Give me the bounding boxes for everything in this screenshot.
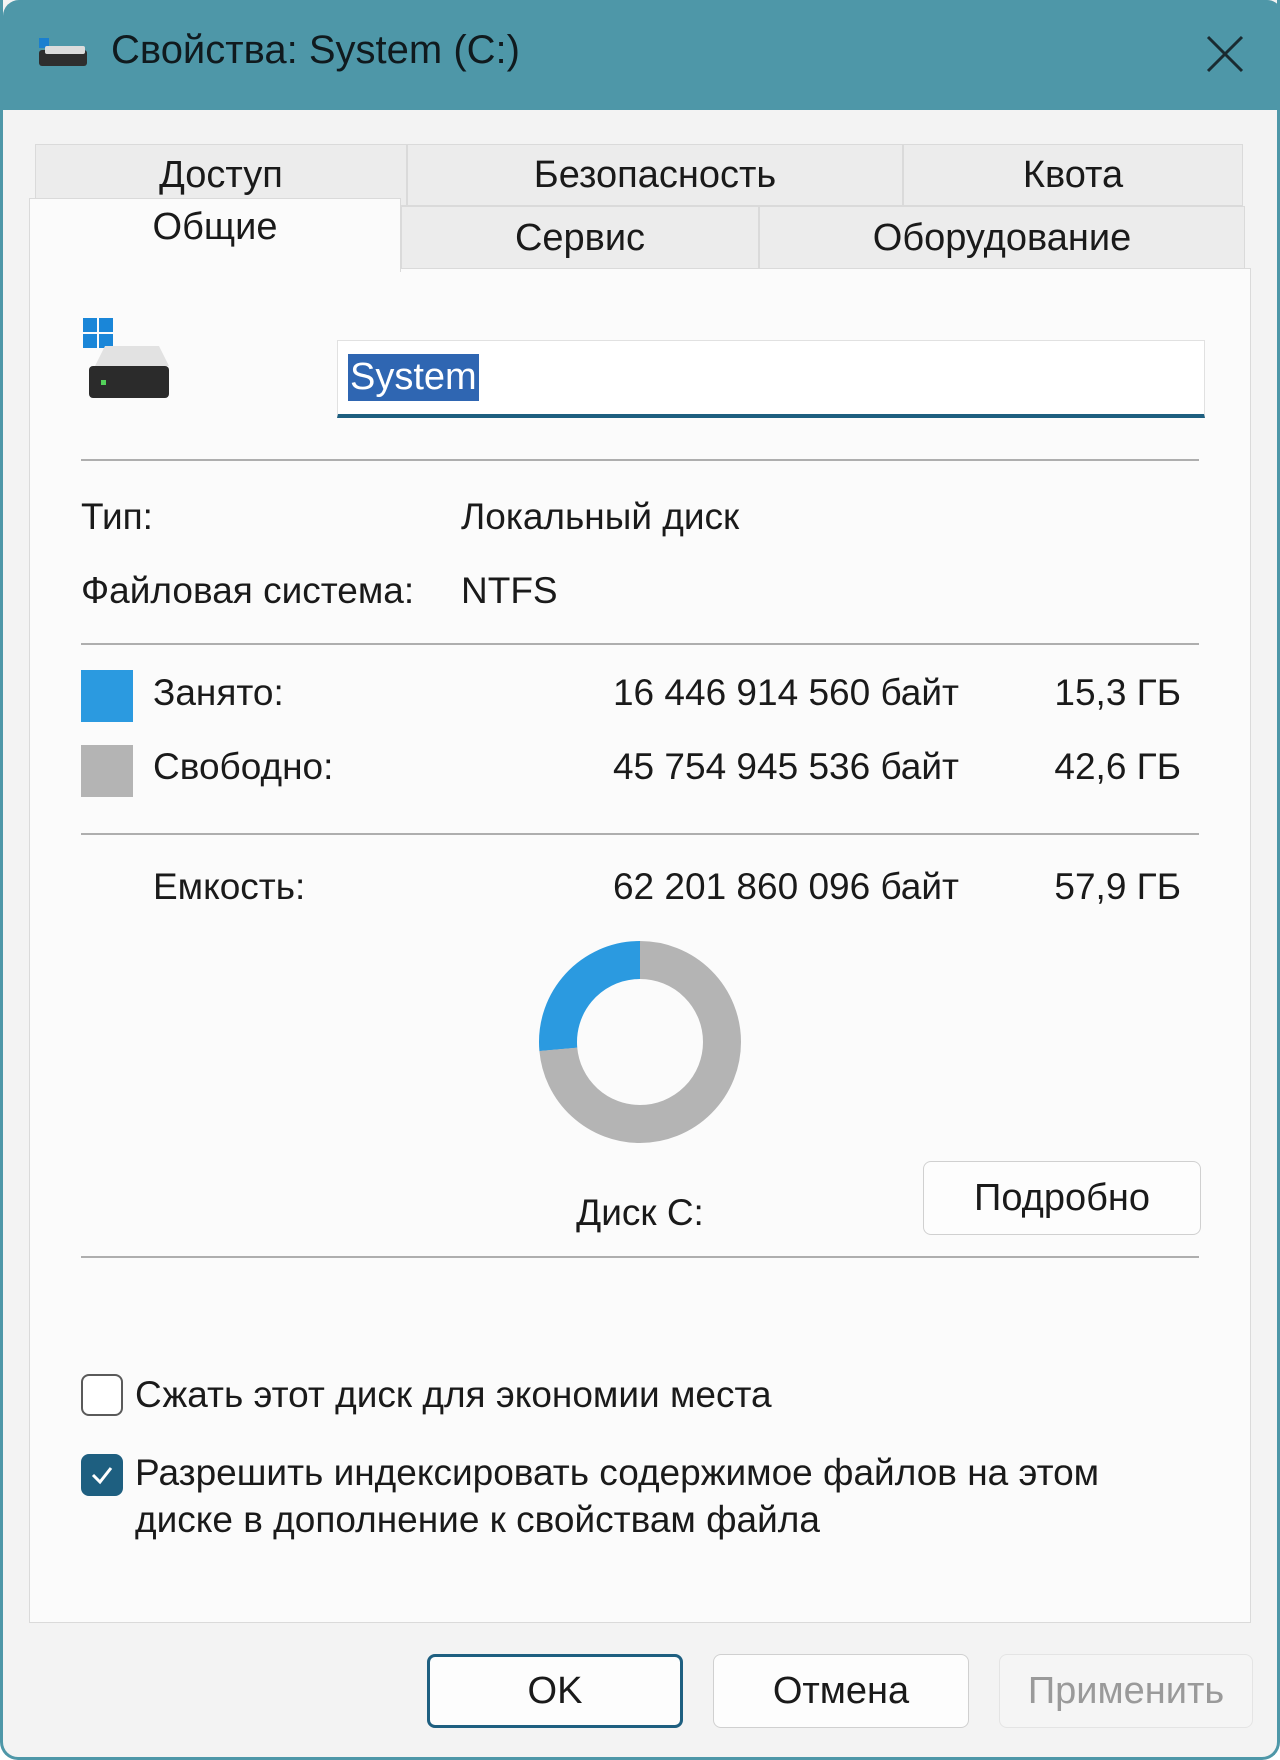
drive-title-icon [39, 38, 87, 66]
volume-name-value: System [348, 354, 479, 401]
free-bytes: 45 754 945 536 байт [612, 746, 959, 787]
details-button-label: Подробно [974, 1176, 1150, 1219]
index-label-line1[interactable]: Разрешить индексировать содержимое файло… [135, 1452, 1099, 1494]
disk-usage-chart [539, 941, 741, 1143]
properties-window: Свойства: System (C:) Доступ Безопасност… [0, 0, 1280, 1760]
used-size: 15,3 ГБ [1054, 672, 1181, 713]
title-bar[interactable]: Свойства: System (C:) [3, 0, 1280, 110]
system-drive-icon [83, 318, 169, 398]
used-label: Занято: [153, 672, 284, 713]
free-size: 42,6 ГБ [1054, 746, 1181, 787]
tab-security-label: Безопасность [533, 153, 777, 196]
disk-label: Диск C: [576, 1192, 704, 1233]
filesystem-label: Файловая система: [81, 570, 415, 611]
index-checkbox[interactable] [81, 1454, 123, 1496]
tab-general[interactable]: Общие [29, 198, 401, 272]
tab-general-label: Общие [152, 206, 278, 248]
separator [81, 643, 1199, 645]
tab-tools-label: Сервис [514, 216, 646, 259]
compress-label[interactable]: Сжать этот диск для экономии места [135, 1374, 772, 1416]
free-space-swatch [81, 745, 133, 797]
filesystem-value: NTFS [461, 570, 558, 611]
capacity-size: 57,9 ГБ [1054, 866, 1181, 907]
apply-button-label: Применить [1027, 1669, 1225, 1712]
details-button[interactable]: Подробно [923, 1161, 1201, 1235]
tab-security[interactable]: Безопасность [407, 144, 903, 206]
tab-tools[interactable]: Сервис [401, 206, 759, 270]
tab-access[interactable]: Доступ [35, 144, 407, 206]
ok-button[interactable]: OK [427, 1654, 683, 1728]
cancel-button[interactable]: Отмена [713, 1654, 969, 1728]
used-bytes: 16 446 914 560 байт [612, 672, 959, 713]
compress-checkbox[interactable] [81, 1374, 123, 1416]
type-value: Локальный диск [461, 496, 740, 537]
volume-name-input[interactable]: System [337, 340, 1205, 418]
ok-button-label: OK [527, 1669, 583, 1712]
tab-access-label: Доступ [159, 153, 283, 196]
tab-quota[interactable]: Квота [903, 144, 1243, 206]
apply-button[interactable]: Применить [999, 1654, 1253, 1728]
window-title: Свойства: System (C:) [111, 28, 520, 72]
capacity-bytes: 62 201 860 096 байт [612, 866, 959, 907]
separator [81, 459, 1199, 461]
cancel-button-label: Отмена [772, 1669, 910, 1712]
tab-hardware[interactable]: Оборудование [759, 206, 1245, 270]
close-button[interactable] [1193, 22, 1257, 86]
separator [81, 1256, 1199, 1258]
tab-hardware-label: Оборудование [872, 216, 1132, 259]
type-label: Тип: [81, 496, 153, 537]
checkmark-icon [91, 1467, 113, 1485]
close-icon [1206, 35, 1244, 73]
free-label: Свободно: [153, 746, 334, 787]
used-space-swatch [81, 670, 133, 722]
tab-quota-label: Квота [1022, 153, 1124, 196]
separator [81, 833, 1199, 835]
index-label-line2[interactable]: диске в дополнение к свойствам файла [135, 1499, 820, 1541]
capacity-label: Емкость: [153, 866, 306, 907]
